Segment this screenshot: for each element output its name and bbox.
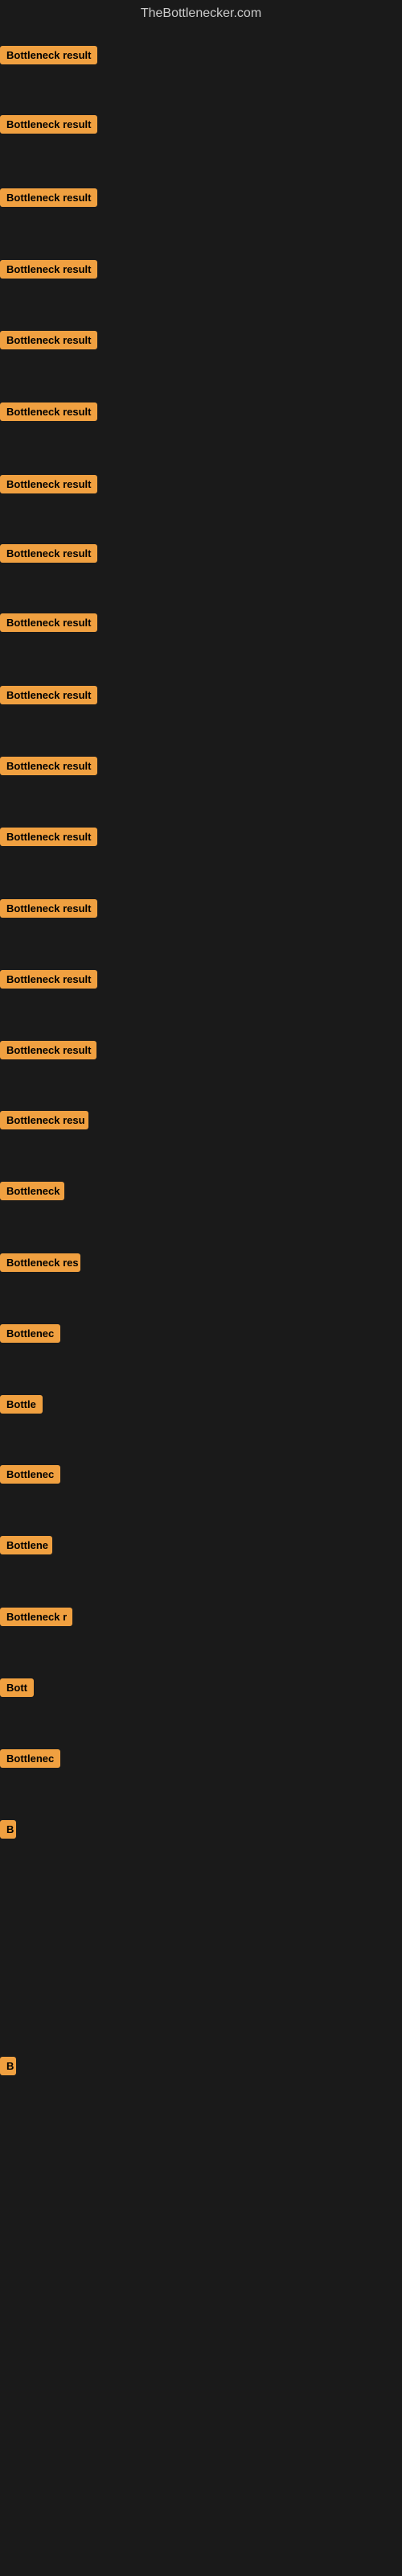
- bottleneck-badge-26: B: [0, 1820, 16, 1839]
- site-title: TheBottlenecker.com: [0, 0, 402, 27]
- bottleneck-result-item[interactable]: Bottleneck result: [0, 544, 97, 567]
- bottleneck-result-item[interactable]: Bottlenec: [0, 1324, 60, 1347]
- bottleneck-badge-11: Bottleneck result: [0, 757, 97, 775]
- bottleneck-badge-9: Bottleneck result: [0, 613, 97, 632]
- bottleneck-badge-22: Bottlene: [0, 1536, 52, 1554]
- bottleneck-badge-25: Bottlenec: [0, 1749, 60, 1768]
- bottleneck-result-item[interactable]: Bottleneck result: [0, 757, 97, 779]
- bottleneck-result-item[interactable]: Bottleneck result: [0, 331, 97, 353]
- bottleneck-result-item[interactable]: Bottleneck res: [0, 1253, 80, 1276]
- bottleneck-badge-20: Bottle: [0, 1395, 43, 1414]
- bottleneck-badge-16: Bottleneck resu: [0, 1111, 88, 1129]
- bottleneck-badge-7: Bottleneck result: [0, 475, 97, 493]
- bottleneck-badge-12: Bottleneck result: [0, 828, 97, 846]
- bottleneck-badge-14: Bottleneck result: [0, 970, 97, 989]
- bottleneck-badge-27: B: [0, 2057, 16, 2075]
- bottleneck-badge-3: Bottleneck result: [0, 188, 97, 207]
- bottleneck-badge-6: Bottleneck result: [0, 402, 97, 421]
- bottleneck-result-item[interactable]: Bottleneck result: [0, 402, 97, 425]
- bottleneck-result-item[interactable]: Bottleneck result: [0, 260, 97, 283]
- bottleneck-result-item[interactable]: Bottlene: [0, 1536, 52, 1558]
- bottleneck-badge-8: Bottleneck result: [0, 544, 97, 563]
- bottleneck-result-item[interactable]: Bottlenec: [0, 1749, 60, 1772]
- bottleneck-badge-21: Bottlenec: [0, 1465, 60, 1484]
- bottleneck-badge-23: Bottleneck r: [0, 1608, 72, 1626]
- bottleneck-result-item[interactable]: B: [0, 2057, 16, 2079]
- bottleneck-result-item[interactable]: Bottleneck result: [0, 686, 97, 708]
- bottleneck-result-item[interactable]: Bottle: [0, 1395, 43, 1418]
- bottleneck-badge-5: Bottleneck result: [0, 331, 97, 349]
- bottleneck-result-item[interactable]: Bottleneck r: [0, 1608, 72, 1630]
- bottleneck-badge-13: Bottleneck result: [0, 899, 97, 918]
- bottleneck-result-item[interactable]: Bottleneck result: [0, 899, 97, 922]
- bottleneck-result-item[interactable]: Bott: [0, 1678, 34, 1701]
- bottleneck-result-item[interactable]: Bottleneck: [0, 1182, 64, 1204]
- bottleneck-badge-10: Bottleneck result: [0, 686, 97, 704]
- bottleneck-result-item[interactable]: Bottleneck result: [0, 475, 97, 497]
- bottleneck-result-item[interactable]: B: [0, 1820, 16, 1843]
- bottleneck-badge-17: Bottleneck: [0, 1182, 64, 1200]
- bottleneck-badge-19: Bottlenec: [0, 1324, 60, 1343]
- bottleneck-badge-18: Bottleneck res: [0, 1253, 80, 1272]
- bottleneck-result-item[interactable]: Bottleneck result: [0, 828, 97, 850]
- bottleneck-badge-2: Bottleneck result: [0, 115, 97, 134]
- bottleneck-result-item[interactable]: Bottleneck result: [0, 115, 97, 138]
- bottleneck-result-item[interactable]: Bottlenec: [0, 1465, 60, 1488]
- bottleneck-result-item[interactable]: Bottleneck result: [0, 188, 97, 211]
- bottleneck-result-item[interactable]: Bottleneck result: [0, 970, 97, 993]
- bottleneck-badge-24: Bott: [0, 1678, 34, 1697]
- bottleneck-result-item[interactable]: Bottleneck result: [0, 46, 97, 68]
- bottleneck-badge-15: Bottleneck result: [0, 1041, 96, 1059]
- bottleneck-badge-1: Bottleneck result: [0, 46, 97, 64]
- bottleneck-result-item[interactable]: Bottleneck result: [0, 613, 97, 636]
- bottleneck-badge-4: Bottleneck result: [0, 260, 97, 279]
- bottleneck-result-item[interactable]: Bottleneck result: [0, 1041, 96, 1063]
- bottleneck-result-item[interactable]: Bottleneck resu: [0, 1111, 88, 1133]
